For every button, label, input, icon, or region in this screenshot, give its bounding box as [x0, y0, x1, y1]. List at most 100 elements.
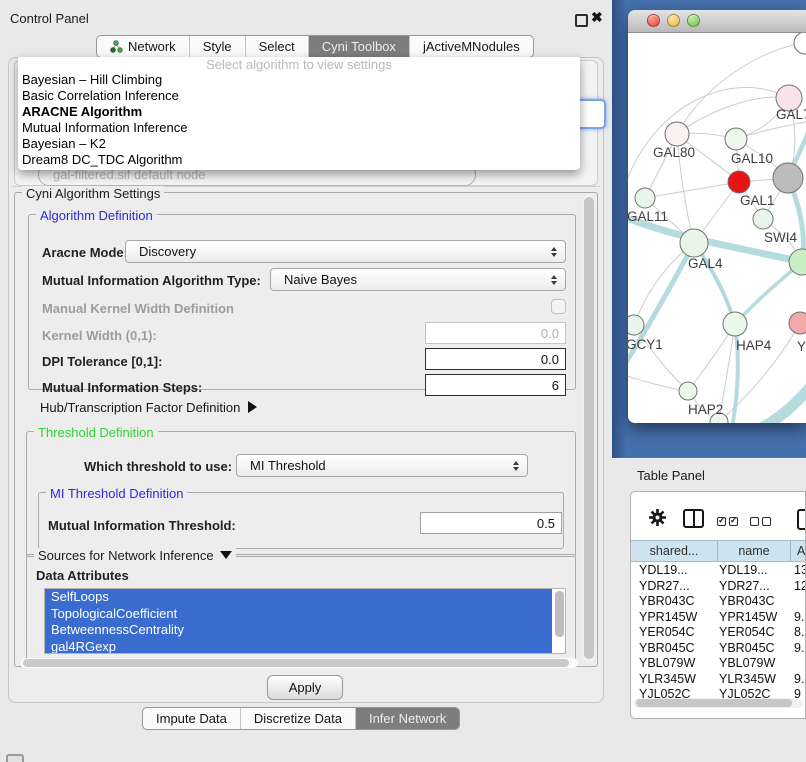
- attributes-scrollbar-thumb[interactable]: [555, 591, 564, 637]
- deselect-all-checkboxes-icon[interactable]: [750, 513, 774, 531]
- table-cell: YBR043C: [719, 594, 775, 608]
- network-node-gcy1[interactable]: [628, 315, 644, 335]
- settings-vertical-scrollbar[interactable]: [583, 195, 595, 663]
- tab-jactivemnodules[interactable]: jActiveMNodules: [409, 36, 533, 57]
- tab-select[interactable]: Select: [245, 36, 308, 57]
- tab-infer-network[interactable]: Infer Network: [355, 708, 459, 729]
- mi-threshold-input[interactable]: 0.5: [420, 512, 562, 534]
- dropdown-item[interactable]: Bayesian – Hill Climbing: [18, 72, 580, 88]
- table-cell: YBL079W: [639, 656, 695, 670]
- tab-label: Network: [128, 39, 176, 54]
- network-node-gal11[interactable]: [635, 188, 655, 208]
- attribute-list-item[interactable]: gal4RGexp: [45, 639, 552, 655]
- tab-label: Impute Data: [156, 711, 227, 726]
- table-cell: 8.: [794, 625, 804, 639]
- network-node-gal1[interactable]: [728, 171, 750, 193]
- table-row[interactable]: YPR145WYPR145W9.: [631, 609, 806, 625]
- data-attributes-list[interactable]: SelfLoopsTopologicalCoefficientBetweenne…: [44, 588, 566, 654]
- column-header-shared[interactable]: shared...: [631, 541, 718, 561]
- mi-steps-input[interactable]: 6: [425, 374, 566, 396]
- network-view-window[interactable]: GAL7GAL80GAL10GAL1GAL11SWI4GAL4GCY1HAP4Y…: [628, 10, 806, 423]
- table-cell: YBR045C: [719, 641, 775, 655]
- tab-label: Discretize Data: [254, 711, 342, 726]
- gear-icon[interactable]: [648, 508, 667, 527]
- close-icon[interactable]: ✖: [591, 9, 603, 26]
- table-row[interactable]: YDL19...YDL19...13: [631, 562, 806, 578]
- dpi-tolerance-input[interactable]: 0.0: [425, 348, 566, 370]
- mi-type-combo[interactable]: Naive Bayes: [270, 268, 566, 291]
- dropdown-item[interactable]: Bayesian – K2: [18, 136, 580, 152]
- network-node-labels: GAL7GAL80GAL10GAL1GAL11SWI4GAL4GCY1HAP4Y…: [628, 107, 806, 417]
- settings-hscroll-thumb[interactable]: [23, 659, 569, 667]
- minimize-traffic-light[interactable]: [667, 14, 680, 27]
- zoom-traffic-light[interactable]: [687, 14, 700, 27]
- node-label: GAL4: [688, 256, 723, 271]
- network-node-y[interactable]: [789, 312, 806, 334]
- algorithm-dropdown-list: Select algorithm to view settings Bayesi…: [18, 57, 580, 170]
- tab-network[interactable]: Network: [97, 36, 189, 57]
- attribute-list-item[interactable]: BetweennessCentrality: [45, 622, 552, 639]
- attribute-list-item[interactable]: TopologicalCoefficient: [45, 606, 552, 623]
- settings-horizontal-scrollbar[interactable]: [20, 658, 578, 668]
- table-cell: YBR043C: [639, 594, 695, 608]
- mi-threshold-label: Mutual Information Threshold:: [48, 518, 236, 533]
- dropdown-items: Bayesian – Hill ClimbingBasic Correlatio…: [18, 72, 580, 168]
- which-threshold-combo[interactable]: MI Threshold: [236, 454, 528, 477]
- dropdown-item[interactable]: Mutual Information Inference: [18, 120, 580, 136]
- network-node-hap4[interactable]: [723, 312, 747, 336]
- table-row[interactable]: YLR345WYLR345W9.: [631, 671, 806, 687]
- attributes-scrollbar[interactable]: [555, 591, 564, 651]
- network-node[interactable]: [794, 33, 806, 54]
- network-icon: [110, 40, 123, 53]
- dropdown-item[interactable]: Basic Correlation Inference: [18, 88, 580, 104]
- table-row[interactable]: YBR043C YBR043C: [631, 593, 806, 609]
- table-row[interactable]: YDR27...YDR27...12: [631, 578, 806, 594]
- table-hscroll-thumb[interactable]: [636, 699, 792, 707]
- tab-cyni-toolbox[interactable]: Cyni Toolbox: [308, 36, 409, 57]
- node-label: Y: [797, 339, 806, 354]
- column-header-name[interactable]: name: [718, 541, 791, 561]
- tab-label: Cyni Toolbox: [322, 39, 396, 54]
- table-cell: YLR345W: [639, 672, 696, 686]
- control-panel-title: Control Panel: [10, 11, 89, 26]
- apply-button[interactable]: Apply: [267, 675, 343, 700]
- new-table-icon[interactable]: [797, 509, 806, 530]
- table-row[interactable]: YBR045CYBR045C9.: [631, 640, 806, 656]
- close-traffic-light[interactable]: [647, 14, 660, 27]
- network-window-titlebar[interactable]: [628, 10, 806, 33]
- attribute-list-item[interactable]: SelfLoops: [45, 589, 552, 606]
- float-window-icon[interactable]: [575, 14, 588, 27]
- table-panel-section: Table Panel shared...: [612, 458, 806, 762]
- mi-threshold-group-title: MI Threshold Definition: [46, 486, 187, 501]
- table-cell: YER054C: [639, 625, 695, 639]
- network-node-gal10[interactable]: [725, 128, 747, 150]
- table-cell: 13: [794, 563, 806, 577]
- settings-vscroll-thumb[interactable]: [584, 197, 594, 659]
- network-node-swi4[interactable]: [753, 209, 773, 229]
- network-node-gal4[interactable]: [680, 229, 708, 257]
- select-all-checkboxes-icon[interactable]: [717, 513, 741, 531]
- table-horizontal-scrollbar[interactable]: [633, 698, 803, 708]
- network-canvas[interactable]: GAL7GAL80GAL10GAL1GAL11SWI4GAL4GCY1HAP4Y…: [628, 33, 806, 423]
- tab-impute-data[interactable]: Impute Data: [143, 708, 240, 729]
- aracne-mode-combo[interactable]: Discovery: [125, 240, 566, 263]
- table-cell: YLR345W: [719, 672, 776, 686]
- sources-group-title[interactable]: Sources for Network Inference: [34, 548, 236, 563]
- node-label: GCY1: [628, 337, 663, 352]
- hub-section-toggle[interactable]: Hub/Transcription Factor Definition: [40, 400, 257, 415]
- column-layout-icon[interactable]: [683, 509, 704, 528]
- dropdown-item[interactable]: ARACNE Algorithm: [18, 104, 580, 120]
- node-label: GAL7: [776, 107, 806, 122]
- network-node-hap2[interactable]: [679, 382, 697, 400]
- network-node-gal80[interactable]: [665, 122, 689, 146]
- manual-kernel-checkbox[interactable]: [551, 299, 566, 314]
- kernel-width-input[interactable]: 0.0: [425, 322, 566, 344]
- tab-style[interactable]: Style: [189, 36, 245, 57]
- dropdown-item[interactable]: Dream8 DC_TDC Algorithm: [18, 152, 580, 168]
- network-node[interactable]: [773, 163, 803, 193]
- window-grip-icon[interactable]: [6, 754, 24, 762]
- column-header-third[interactable]: A: [791, 541, 806, 561]
- tab-discretize-data[interactable]: Discretize Data: [240, 708, 355, 729]
- table-row[interactable]: YBL079WYBL079W: [631, 655, 806, 671]
- table-row[interactable]: YER054CYER054C8.: [631, 624, 806, 640]
